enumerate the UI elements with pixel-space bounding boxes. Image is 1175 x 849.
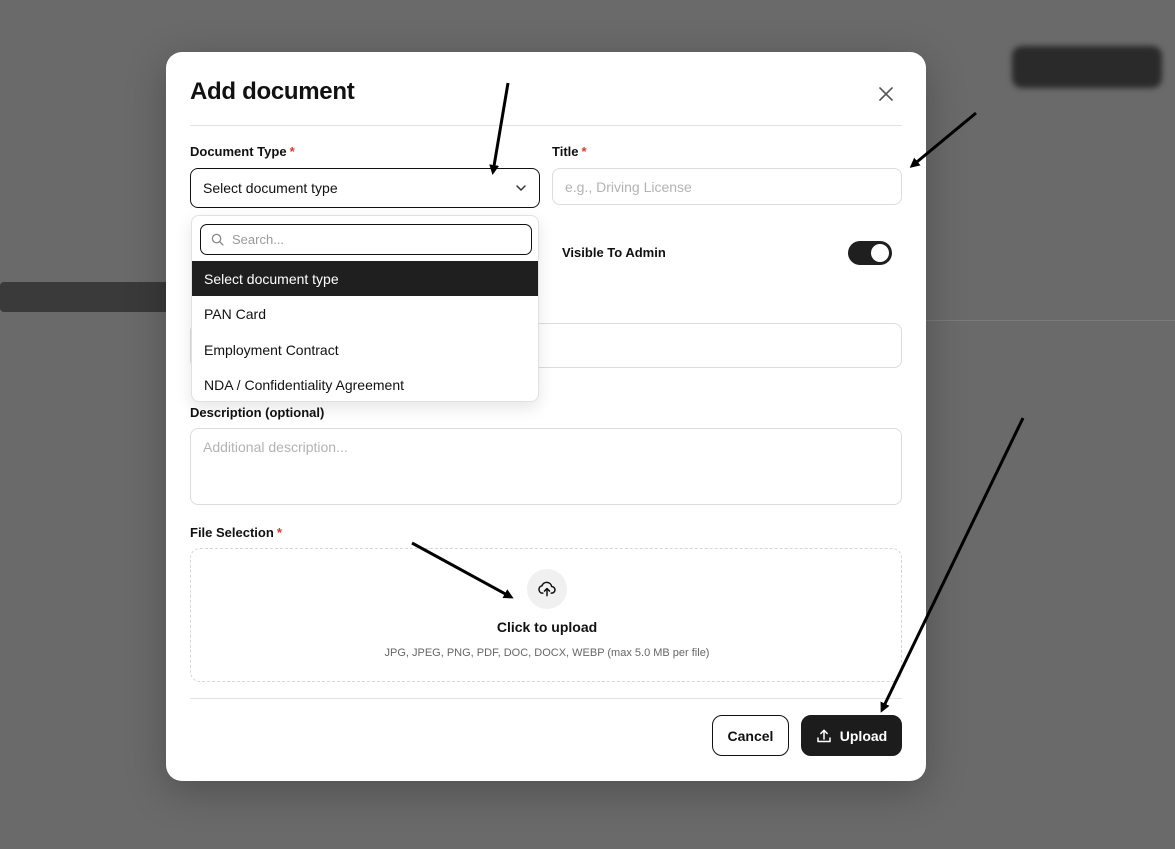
file-selection-label: File Selection * bbox=[190, 525, 282, 540]
required-mark: * bbox=[276, 525, 282, 540]
required-mark: * bbox=[289, 144, 295, 159]
header-divider bbox=[190, 125, 902, 126]
chevron-down-icon bbox=[516, 185, 526, 191]
visible-to-admin-label: Visible To Admin bbox=[562, 245, 666, 260]
search-icon bbox=[211, 233, 224, 246]
dropdown-option[interactable]: Employment Contract bbox=[192, 332, 538, 367]
cloud-upload-icon bbox=[538, 581, 556, 597]
title-label: Title * bbox=[552, 144, 587, 159]
upload-button-label: Upload bbox=[839, 727, 888, 744]
upload-button[interactable]: Upload bbox=[801, 715, 902, 756]
dropdown-option[interactable]: PAN Card bbox=[192, 296, 538, 331]
cancel-button[interactable]: Cancel bbox=[712, 715, 789, 756]
title-input[interactable] bbox=[552, 168, 902, 205]
upload-icon bbox=[817, 729, 831, 742]
visible-to-admin-toggle[interactable] bbox=[848, 241, 892, 265]
dropdown-option[interactable]: Select document type bbox=[192, 261, 538, 296]
title-label-text: Title bbox=[552, 144, 579, 159]
modal-title: Add document bbox=[190, 78, 355, 105]
background-nav-item bbox=[0, 282, 170, 312]
document-type-label-text: Document Type bbox=[190, 144, 287, 159]
dropdown-search-input[interactable] bbox=[232, 232, 522, 247]
close-button[interactable] bbox=[874, 82, 898, 106]
upload-icon-circle bbox=[527, 569, 567, 609]
close-icon bbox=[879, 87, 893, 101]
footer-divider bbox=[190, 698, 902, 699]
description-textarea[interactable] bbox=[190, 428, 902, 505]
upload-hint: JPG, JPEG, PNG, PDF, DOC, DOCX, WEBP (ma… bbox=[384, 647, 710, 659]
dropdown-option[interactable]: NDA / Confidentiality Agreement bbox=[192, 367, 538, 401]
file-selection-label-text: File Selection bbox=[190, 525, 274, 540]
document-type-label: Document Type * bbox=[190, 144, 295, 159]
toggle-knob bbox=[871, 244, 889, 262]
background-button bbox=[1012, 46, 1162, 88]
add-document-modal: Add document Document Type * Select docum… bbox=[166, 52, 926, 781]
background-divider bbox=[926, 320, 1175, 321]
document-type-selected-value: Select document type bbox=[203, 180, 338, 196]
required-mark: * bbox=[581, 144, 587, 159]
file-upload-dropzone[interactable]: Click to upload JPG, JPEG, PNG, PDF, DOC… bbox=[190, 548, 902, 682]
upload-title: Click to upload bbox=[496, 619, 598, 635]
document-type-select[interactable]: Select document type bbox=[190, 168, 540, 208]
document-type-dropdown: Select document type PAN Card Employment… bbox=[191, 215, 539, 402]
dropdown-search-box bbox=[200, 224, 532, 255]
description-label: Description (optional) bbox=[190, 405, 325, 420]
